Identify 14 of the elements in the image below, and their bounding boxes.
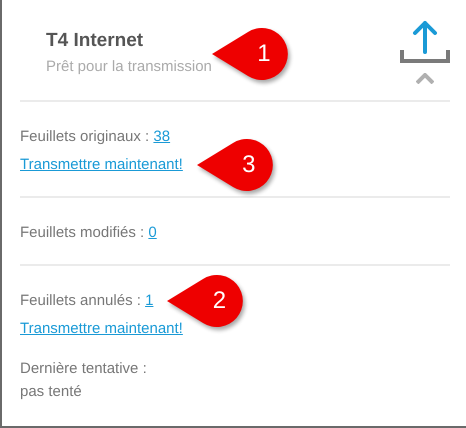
panel-title: T4 Internet — [46, 29, 144, 53]
count-link[interactable]: 1 — [145, 292, 154, 309]
count-label: Feuillets modifiés : — [20, 224, 144, 241]
count-label: Feuillets originaux : — [20, 128, 150, 145]
chevron-up-icon[interactable] — [416, 73, 434, 84]
info-text: pas tenté — [20, 383, 82, 400]
transmit-link[interactable]: Transmettre maintenant! — [20, 156, 183, 173]
upload-icon[interactable] — [400, 20, 450, 64]
info-text: Dernière tentative : — [20, 360, 147, 377]
count-label: Feuillets annulés : — [20, 292, 141, 309]
status-text: Prêt pour la transmission — [46, 57, 212, 77]
transmit-link[interactable]: Transmettre maintenant! — [20, 320, 183, 337]
count-link[interactable]: 0 — [148, 224, 157, 241]
count-link[interactable]: 38 — [153, 128, 170, 145]
